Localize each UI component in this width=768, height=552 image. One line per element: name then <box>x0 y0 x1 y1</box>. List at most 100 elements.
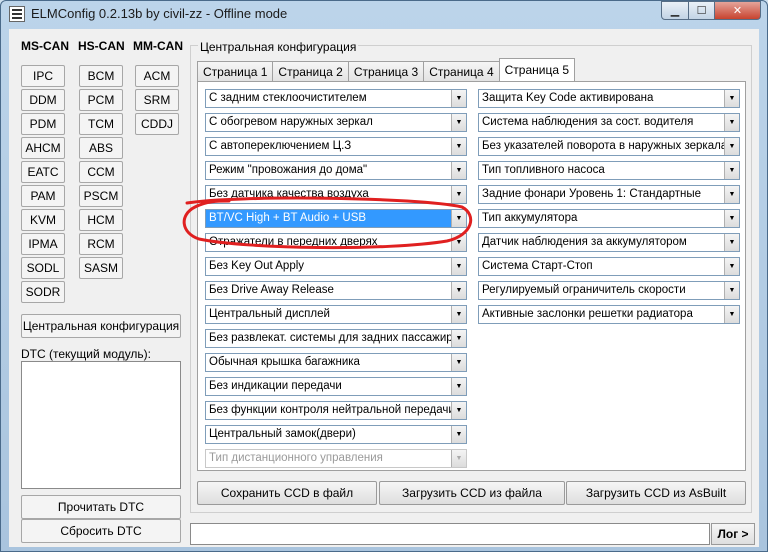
module-button-acm[interactable]: ACM <box>135 65 179 87</box>
module-button-srm[interactable]: SRM <box>135 89 179 111</box>
chevron-down-icon[interactable]: ▼ <box>724 282 739 299</box>
right-option-dropdown-1[interactable]: Защита Key Code активирована ▼ <box>478 89 740 108</box>
chevron-down-icon[interactable]: ▼ <box>451 330 466 347</box>
chevron-down-icon[interactable]: ▼ <box>724 114 739 131</box>
left-option-dropdown-9[interactable]: Без Drive Away Release ▼ <box>205 281 467 300</box>
dropdown-value: Отражатели в передних дверях <box>209 236 378 248</box>
chevron-down-icon[interactable]: ▼ <box>724 234 739 251</box>
chevron-down-icon[interactable]: ▼ <box>451 402 466 419</box>
module-button-ahcm[interactable]: AHCM <box>21 137 65 159</box>
close-button[interactable]: ✕ <box>715 1 761 20</box>
chevron-down-icon[interactable]: ▼ <box>451 450 466 467</box>
dropdown-value: Без указателей поворота в наружных зерка… <box>482 140 724 152</box>
module-button-ddm[interactable]: DDM <box>21 89 65 111</box>
chevron-down-icon[interactable]: ▼ <box>451 138 466 155</box>
chevron-down-icon[interactable]: ▼ <box>724 306 739 323</box>
tab-strip: Страница 1 Страница 2 Страница 3 Страница 4… <box>197 58 576 81</box>
module-button-sodl[interactable]: SODL <box>21 257 65 279</box>
module-button-abs[interactable]: ABS <box>79 137 123 159</box>
left-option-dropdown-2[interactable]: С обогревом наружных зеркал ▼ <box>205 113 467 132</box>
tab-page-2[interactable]: Страница 2 <box>272 61 349 81</box>
right-option-dropdown-3[interactable]: Без указателей поворота в наружных зерка… <box>478 137 740 156</box>
tab-page-5[interactable]: Страница 5 <box>498 58 576 81</box>
log-field[interactable] <box>190 523 710 545</box>
dropdown-value: Тип аккумулятора <box>482 212 578 224</box>
left-option-dropdown-15[interactable]: Центральный замок(двери) ▼ <box>205 425 467 444</box>
minimize-button[interactable]: ▁ <box>661 1 689 20</box>
left-option-dropdown-6[interactable]: BT/VC High + BT Audio + USB ▼ <box>205 209 467 228</box>
chevron-down-icon[interactable]: ▼ <box>451 186 466 203</box>
tab-page-4[interactable]: Страница 4 <box>423 61 500 81</box>
dropdown-value: Тип дистанционного управления <box>209 452 383 464</box>
module-button-bcm[interactable]: BCM <box>79 65 123 87</box>
left-option-dropdown-4[interactable]: Режим "провожания до дома" ▼ <box>205 161 467 180</box>
module-button-cddj[interactable]: CDDJ <box>135 113 179 135</box>
dropdown-value: BT/VC High + BT Audio + USB <box>206 210 451 227</box>
right-option-dropdown-8[interactable]: Система Старт-Стоп ▼ <box>478 257 740 276</box>
chevron-down-icon[interactable]: ▼ <box>724 90 739 107</box>
chevron-down-icon[interactable]: ▼ <box>724 138 739 155</box>
left-option-dropdown-12[interactable]: Обычная крышка багажника ▼ <box>205 353 467 372</box>
chevron-down-icon[interactable]: ▼ <box>451 354 466 371</box>
module-button-ipma[interactable]: IPMA <box>21 233 65 255</box>
left-option-dropdown-11[interactable]: Без развлекат. системы для задних пассаж… <box>205 329 467 348</box>
right-option-dropdown-2[interactable]: Система наблюдения за сост. водителя ▼ <box>478 113 740 132</box>
chevron-down-icon[interactable]: ▼ <box>451 306 466 323</box>
left-option-dropdown-14[interactable]: Без функции контроля нейтральной передач… <box>205 401 467 420</box>
chevron-down-icon[interactable]: ▼ <box>451 258 466 275</box>
chevron-down-icon[interactable]: ▼ <box>451 162 466 179</box>
left-option-dropdown-3[interactable]: С автопереключением Ц.З ▼ <box>205 137 467 156</box>
chevron-down-icon[interactable]: ▼ <box>451 114 466 131</box>
module-button-tcm[interactable]: TCM <box>79 113 123 135</box>
left-option-dropdown-16: Тип дистанционного управления ▼ <box>205 449 467 468</box>
load-asbuilt-button[interactable]: Загрузить CCD из AsBuilt <box>566 481 746 505</box>
chevron-down-icon[interactable]: ▼ <box>451 282 466 299</box>
module-button-pcm[interactable]: PCM <box>79 89 123 111</box>
right-option-dropdown-9[interactable]: Регулируемый ограничитель скорости ▼ <box>478 281 740 300</box>
module-button-sasm[interactable]: SASM <box>79 257 123 279</box>
right-option-dropdown-7[interactable]: Датчик наблюдения за аккумулятором ▼ <box>478 233 740 252</box>
chevron-down-icon[interactable]: ▼ <box>451 90 466 107</box>
reset-dtc-button[interactable]: Сбросить DTC <box>21 519 181 543</box>
load-ccd-button[interactable]: Загрузить CCD из файла <box>379 481 565 505</box>
module-button-sodr[interactable]: SODR <box>21 281 65 303</box>
dtc-list[interactable] <box>21 361 181 489</box>
left-option-dropdown-7[interactable]: Отражатели в передних дверях ▼ <box>205 233 467 252</box>
title-bar[interactable]: ELMConfig 0.2.13b by civil-zz - Offline … <box>1 1 767 27</box>
chevron-down-icon[interactable]: ▼ <box>451 378 466 395</box>
chevron-down-icon[interactable]: ▼ <box>724 210 739 227</box>
chevron-down-icon[interactable]: ▼ <box>724 162 739 179</box>
save-ccd-button[interactable]: Сохранить CCD в файл <box>197 481 377 505</box>
tab-page-3[interactable]: Страница 3 <box>347 61 425 81</box>
module-button-pam[interactable]: PAM <box>21 185 65 207</box>
left-option-dropdown-8[interactable]: Без Key Out Apply ▼ <box>205 257 467 276</box>
chevron-down-icon[interactable]: ▼ <box>451 234 466 251</box>
dropdown-value: Без датчика качества воздуха <box>209 188 369 200</box>
left-option-dropdown-5[interactable]: Без датчика качества воздуха ▼ <box>205 185 467 204</box>
module-button-kvm[interactable]: KVM <box>21 209 65 231</box>
dropdown-value: Без развлекат. системы для задних пассаж… <box>209 332 451 344</box>
left-option-dropdown-1[interactable]: С задним стеклоочистителем ▼ <box>205 89 467 108</box>
maximize-button[interactable]: ☐ <box>689 1 715 20</box>
module-button-ccm[interactable]: CCM <box>79 161 123 183</box>
module-button-eatc[interactable]: EATC <box>21 161 65 183</box>
chevron-down-icon[interactable]: ▼ <box>451 210 466 227</box>
chevron-down-icon[interactable]: ▼ <box>724 258 739 275</box>
module-button-hcm[interactable]: HCM <box>79 209 123 231</box>
central-config-button[interactable]: Центральная конфигурация <box>21 314 181 338</box>
left-option-dropdown-13[interactable]: Без индикации передачи ▼ <box>205 377 467 396</box>
module-button-pdm[interactable]: PDM <box>21 113 65 135</box>
log-button[interactable]: Лог > <box>711 523 755 545</box>
left-option-dropdown-10[interactable]: Центральный дисплей ▼ <box>205 305 467 324</box>
read-dtc-button[interactable]: Прочитать DTC <box>21 495 181 519</box>
tab-page-1[interactable]: Страница 1 <box>197 61 274 81</box>
chevron-down-icon[interactable]: ▼ <box>724 186 739 203</box>
module-button-rcm[interactable]: RCM <box>79 233 123 255</box>
module-button-pscm[interactable]: PSCM <box>79 185 123 207</box>
module-button-ipc[interactable]: IPC <box>21 65 65 87</box>
right-option-dropdown-4[interactable]: Тип топливного насоса ▼ <box>478 161 740 180</box>
right-option-dropdown-6[interactable]: Тип аккумулятора ▼ <box>478 209 740 228</box>
chevron-down-icon[interactable]: ▼ <box>451 426 466 443</box>
right-option-dropdown-10[interactable]: Активные заслонки решетки радиатора ▼ <box>478 305 740 324</box>
right-option-dropdown-5[interactable]: Задние фонари Уровень 1: Стандартные ▼ <box>478 185 740 204</box>
